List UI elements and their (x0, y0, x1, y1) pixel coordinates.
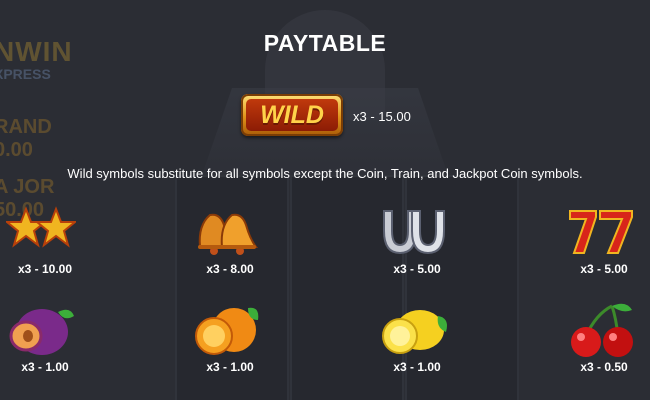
stars-icon (6, 203, 76, 263)
logo-subtext: XPRESS (0, 66, 51, 82)
background-art: NWIN XPRESS RAND 0.00 A JOR 50.00 (0, 0, 650, 400)
wild-payout: x3 - 15.00 (353, 109, 411, 124)
sevens-payout: x3 - 5.00 (580, 262, 628, 276)
plum-payout: x3 - 1.00 (21, 360, 69, 374)
lemon-icon (378, 300, 448, 360)
wild-description: Wild symbols substitute for all symbols … (67, 166, 583, 181)
lemon-payout: x3 - 1.00 (393, 360, 441, 374)
wild-label: WILD (246, 99, 338, 131)
grand-jackpot-value: 0.00 (0, 139, 33, 161)
orange-payout: x3 - 1.00 (206, 360, 254, 374)
bells-payout: x3 - 8.00 (206, 262, 254, 276)
bells-icon (190, 203, 260, 263)
wild-symbol-icon: WILD (241, 94, 343, 136)
cherry-icon (566, 300, 636, 360)
horseshoe-payout: x3 - 5.00 (393, 262, 441, 276)
page-title: PAYTABLE (263, 30, 387, 56)
cherry-payout: x3 - 0.50 (580, 360, 628, 374)
orange-icon (190, 300, 260, 360)
grand-jackpot-label: RAND (0, 116, 52, 138)
horseshoe-icon (378, 203, 448, 263)
stars-payout: x3 - 10.00 (17, 262, 73, 276)
plum-icon (6, 300, 76, 360)
sevens-icon (566, 203, 636, 263)
